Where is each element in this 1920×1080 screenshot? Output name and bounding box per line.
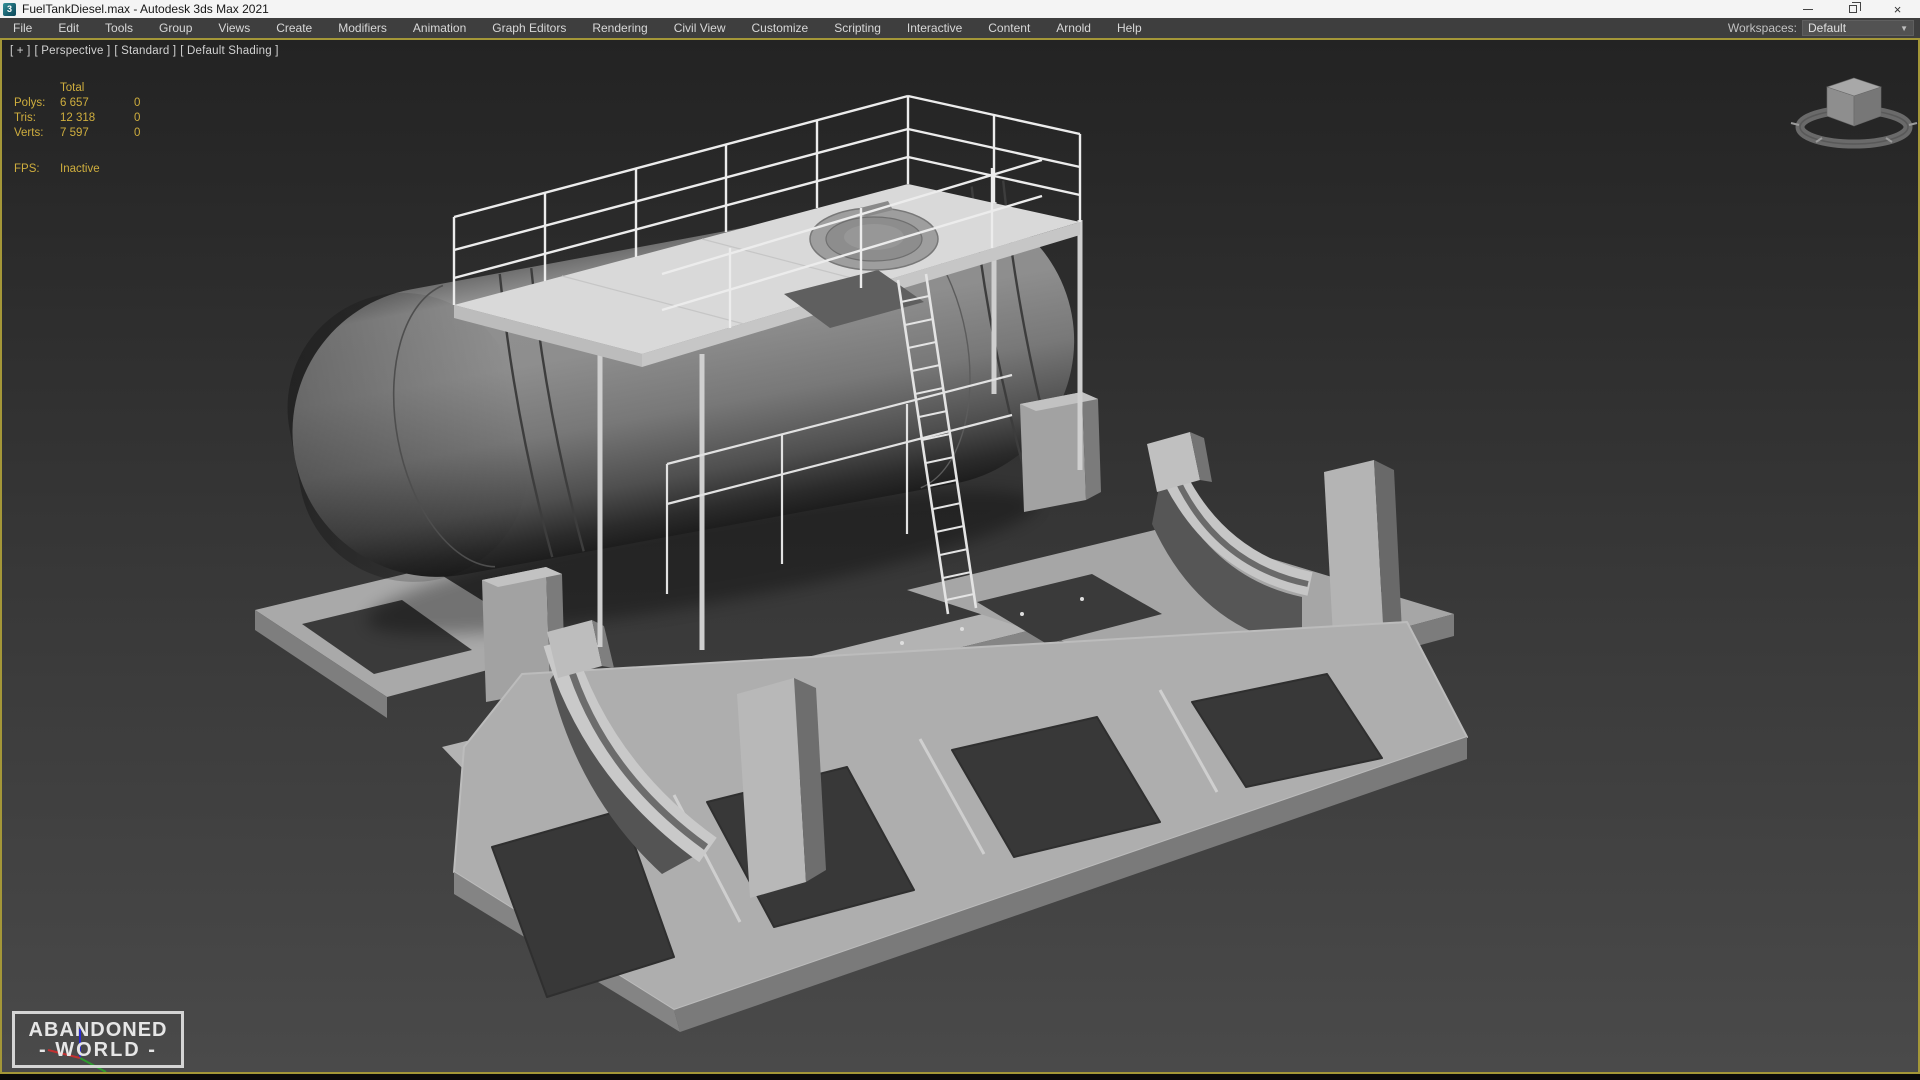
menu-content[interactable]: Content	[975, 18, 1043, 38]
minimize-icon	[1802, 8, 1813, 10]
stats-polys-label: Polys:	[14, 97, 46, 109]
fuel-tank-3d-scene[interactable]	[2, 40, 1918, 1072]
menu-group[interactable]: Group	[146, 18, 205, 38]
perspective-viewport[interactable]: [ + ] [ Perspective ] [ Standard ] [ Def…	[0, 38, 1920, 1074]
window-title: FuelTankDiesel.max - Autodesk 3ds Max 20…	[22, 2, 269, 16]
close-button[interactable]: ×	[1875, 0, 1920, 18]
stats-header: Total	[60, 82, 85, 94]
bottom-strip	[0, 1074, 1920, 1080]
workspaces-value: Default	[1808, 21, 1847, 35]
menu-file[interactable]: File	[0, 18, 45, 38]
stats-polys-second: 0	[134, 97, 141, 109]
stats-tris-value: 12 318	[60, 112, 96, 124]
viewport-label: [ + ] [ Perspective ] [ Standard ] [ Def…	[10, 45, 279, 57]
menu-bar: File Edit Tools Group Views Create Modif…	[0, 18, 1920, 38]
stats-tris-second: 0	[134, 112, 141, 124]
stats-verts-label: Verts:	[14, 127, 44, 139]
menu-create[interactable]: Create	[263, 18, 325, 38]
title-bar: 3 FuelTankDiesel.max - Autodesk 3ds Max …	[0, 0, 1920, 18]
stats-verts-second: 0	[134, 127, 141, 139]
stats-tris-label: Tris:	[14, 112, 36, 124]
menu-edit[interactable]: Edit	[45, 18, 92, 38]
menu-graph-editors[interactable]: Graph Editors	[479, 18, 579, 38]
menu-views[interactable]: Views	[205, 18, 263, 38]
menu-interactive[interactable]: Interactive	[894, 18, 975, 38]
fps-value: Inactive	[60, 163, 100, 175]
workspaces-dropdown[interactable]: Default ▼	[1802, 20, 1914, 36]
viewport-pov-menu[interactable]: [ Perspective ]	[35, 45, 111, 57]
abandoned-world-watermark: ABANDONED - WORLD -	[12, 1011, 184, 1068]
workspaces-label: Workspaces:	[1727, 21, 1797, 35]
menu-scripting[interactable]: Scripting	[821, 18, 894, 38]
viewport-shading-menu[interactable]: [ Default Shading ]	[180, 45, 278, 57]
menu-help[interactable]: Help	[1104, 18, 1155, 38]
menu-customize[interactable]: Customize	[739, 18, 822, 38]
support-pedestal-right[interactable]	[1020, 392, 1101, 512]
stats-verts-value: 7 597	[60, 127, 89, 139]
menu-animation[interactable]: Animation	[400, 18, 479, 38]
menu-civil-view[interactable]: Civil View	[661, 18, 739, 38]
minimize-button[interactable]	[1785, 0, 1830, 18]
restore-button[interactable]	[1830, 0, 1875, 18]
viewport-statistics: Total Polys: 6 657 0 Tris: 12 318 0 Vert…	[14, 82, 174, 175]
menu-rendering[interactable]: Rendering	[579, 18, 660, 38]
window-controls: ×	[1785, 0, 1920, 18]
restore-icon	[1848, 2, 1861, 13]
3ds-max-app-icon: 3	[3, 2, 16, 16]
menu-modifiers[interactable]: Modifiers	[325, 18, 400, 38]
fps-label: FPS:	[14, 163, 40, 175]
viewport-general-menu[interactable]: [ + ]	[10, 45, 31, 57]
viewport-renderer-menu[interactable]: [ Standard ]	[114, 45, 176, 57]
menu-tools[interactable]: Tools	[92, 18, 146, 38]
chevron-down-icon: ▼	[1900, 23, 1908, 33]
menu-arnold[interactable]: Arnold	[1043, 18, 1104, 38]
watermark-line1: ABANDONED	[28, 1018, 168, 1041]
watermark-line2: - WORLD -	[39, 1038, 157, 1061]
stats-polys-value: 6 657	[60, 97, 89, 109]
